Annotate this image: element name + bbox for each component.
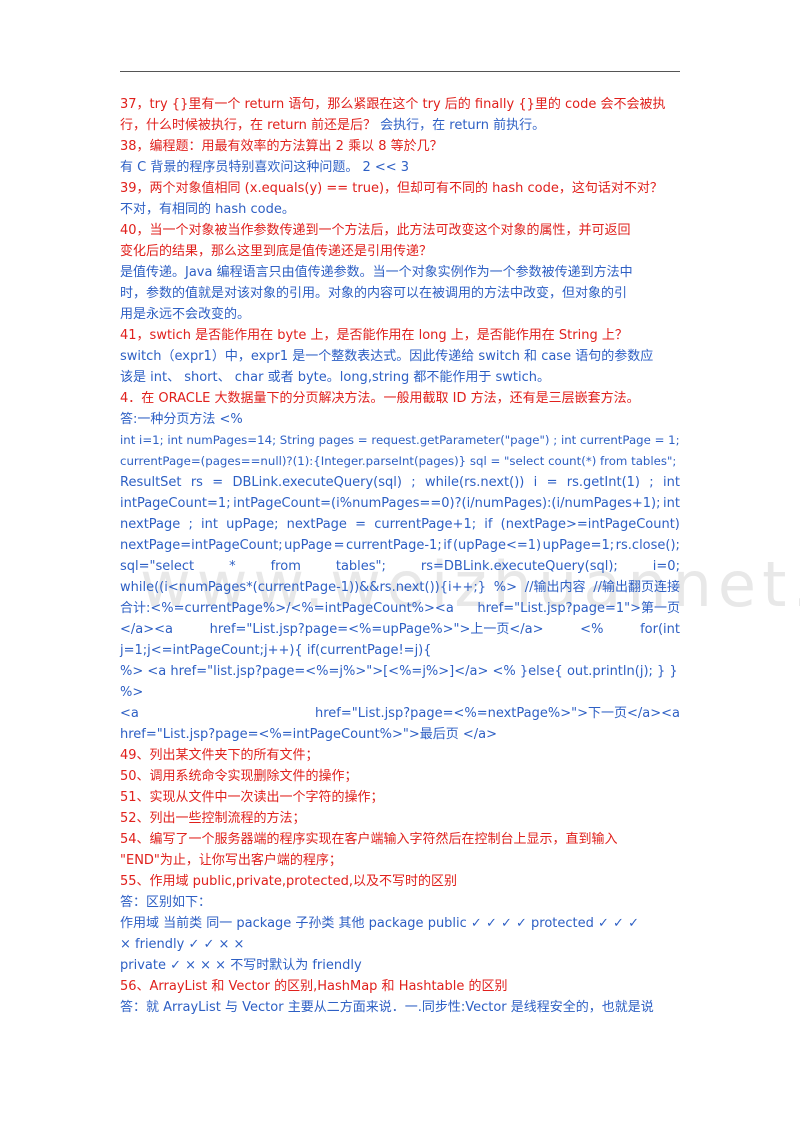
code-token: int — [662, 475, 680, 490]
code-token: = — [355, 517, 367, 532]
code-token: rs.getInt(1) — [566, 475, 640, 490]
code-token: 合计:<%=currentPage%>/<%=intPageCount%><a — [120, 601, 454, 616]
code-line: <a href="List.jsp?page=<%=nextPage%>">下一页… — [120, 703, 680, 724]
answer-line: 是值传递。Java 编程语言只由值传递参数。当一个对象实例作为一个参数被传递到方… — [120, 265, 633, 280]
code-token: <% — [580, 622, 604, 637]
question-line: 54、编写了一个服务器端的程序实现在客户端输入字符然后在控制台上显示，直到输入 — [120, 832, 618, 847]
code-token: i=0; — [652, 559, 680, 574]
code-line: </a><a href="List.jsp?page=<%=upPage%>">上… — [120, 619, 680, 640]
question-text: 行，什么时候被执行，在 return 前还是后？ — [120, 118, 377, 133]
code-token: while((i<numPages*(currentPage-1))&&rs.n… — [120, 580, 487, 595]
code-token: nextPage — [286, 517, 347, 532]
code-line: sql="select * from tables"; rs=DBLink.execut… — [120, 556, 680, 577]
code-token: from — [270, 559, 301, 574]
code-line: ResultSet rs = DBLink.executeQuery(sql); whi… — [120, 472, 680, 493]
code-token: //输出内容 — [524, 580, 586, 595]
code-line: while((i<numPages*(currentPage-1))&&rs.n… — [120, 577, 680, 598]
code-token: ; — [649, 475, 654, 490]
code-token: rs.close(); — [615, 538, 680, 553]
question-line: "END"为止，让你写出客户端的程序； — [120, 853, 342, 868]
code-token: int — [663, 496, 680, 511]
code-token: ; — [188, 517, 193, 532]
code-token: currentPage+1; — [374, 517, 477, 532]
code-token: href="List.jsp?page=1">第一页 — [477, 601, 680, 616]
code-token: %> — [493, 580, 517, 595]
question-line: 37，try {}里有一个 return 语句，那么紧跟在这个 try 后的 f… — [120, 97, 666, 112]
code-token: //输出翻页连接 — [593, 580, 680, 595]
code-token: <a — [120, 706, 139, 721]
question-line: 4．在 ORACLE 大数据量下的分页解决方法。一般用截取 ID 方法，还有是三… — [120, 391, 640, 406]
question-answer-line: 行，什么时候被执行，在 return 前还是后？ 会执行，在 return 前执… — [120, 115, 680, 136]
code-token: = — [546, 475, 558, 490]
answer-line: href="List.jsp?page=<%=intPageCount%>">最… — [120, 727, 498, 742]
answer-line: currentPage=(pages==null)?(1):{Integer.p… — [120, 454, 677, 468]
answer-line: 答：区别如下： — [120, 895, 212, 910]
code-token: intPageCount=1; — [120, 496, 231, 511]
code-token: currentPage-1; — [346, 538, 442, 553]
code-token: upPage=1; — [542, 538, 615, 553]
question-line: 56、ArrayList 和 Vector 的区别,HashMap 和 Hash… — [120, 979, 508, 994]
code-token: int — [201, 517, 218, 532]
code-token: </a><a — [120, 622, 173, 637]
answer-line: 该是 int、 short、 char 或者 byte。long,string … — [120, 370, 551, 385]
code-token: = — [212, 475, 224, 490]
answer-line: 作用域 当前类 同一 package 子孙类 其他 package public… — [120, 916, 639, 931]
answer-line: switch（expr1）中，expr1 是一个整数表达式。因此传递给 swit… — [120, 349, 654, 364]
code-token: ResultSet — [120, 475, 182, 490]
code-token: upPage; — [226, 517, 279, 532]
answer-text: 会执行，在 return 前执行。 — [376, 118, 546, 133]
header-rule — [120, 71, 680, 72]
document-body: 37，try {}里有一个 return 语句，那么紧跟在这个 try 后的 f… — [120, 94, 680, 1018]
question-line: 变化后的结果，那么这里到底是值传递还是引用传递？ — [120, 244, 433, 259]
answer-line: 时，参数的值就是对该对象的引用。对象的内容可以在被调用的方法中改变，但对象的引 — [120, 286, 628, 301]
code-token: intPageCount=(i%numPages==0)?(i/numPages… — [233, 496, 661, 511]
code-token: (nextPage>=intPageCount) — [500, 517, 680, 532]
question-line: 39，两个对象值相同 (x.equals(y) == true)，但却可有不同的… — [120, 181, 663, 196]
answer-line: 不对，有相同的 hash code。 — [120, 202, 295, 217]
code-token: for(int — [640, 622, 680, 637]
answer-line: %> <a href="list.jsp?page=<%=j%>">[<%=j%… — [120, 664, 678, 679]
question-line: 55、作用域 public,private,protected,以及不写时的区别 — [120, 874, 458, 889]
code-token: upPage — [284, 538, 333, 553]
question-line: 51、实现从文件中一次读出一个字符的操作； — [120, 790, 384, 805]
answer-line: 有 C 背景的程序员特别喜欢问这种问题。 2 << 3 — [120, 160, 410, 175]
question-line: 38，编程题：用最有效率的方法算出 2 乘以 8 等於几？ — [120, 139, 443, 154]
code-token: if — [484, 517, 493, 532]
code-line: nextPage=intPageCount; upPage = currentPage… — [120, 535, 680, 556]
code-token: while(rs.next()) — [424, 475, 525, 490]
question-line: 49、列出某文件夹下的所有文件； — [120, 748, 319, 763]
code-token: if — [443, 538, 452, 553]
answer-line: 用是永远不会改变的。 — [120, 307, 251, 322]
code-line: nextPage; int upPage; nextPage = currentPage+… — [120, 514, 680, 535]
code-token: nextPage — [120, 517, 181, 532]
code-token: = — [333, 538, 345, 553]
question-line: 40，当一个对象被当作参数传递到一个方法后，此方法可改变这个对象的属性，并可返回 — [120, 223, 631, 238]
code-token: href="List.jsp?page=<%=nextPage%>">下一页</… — [314, 706, 680, 721]
code-token: * — [229, 559, 236, 574]
code-token: rs=DBLink.executeQuery(sql); — [420, 559, 618, 574]
code-token: sql="select — [120, 559, 195, 574]
answer-line: 答:一种分页方法 <% — [120, 412, 243, 427]
code-line: intPageCount=1; intPageCount=(i%numPages=… — [120, 493, 680, 514]
code-line: 合计:<%=currentPage%>/<%=intPageCount%><a h… — [120, 598, 680, 619]
answer-line: × friendly ✓ ✓ × × — [120, 937, 245, 952]
code-token: tables"; — [335, 559, 386, 574]
code-token: href="List.jsp?page=<%=upPage%>">上一页</a> — [209, 622, 544, 637]
code-token: i — [533, 475, 538, 490]
answer-line: %> — [120, 685, 144, 700]
code-token: (upPage<=1) — [452, 538, 542, 553]
question-line: 50、调用系统命令实现删除文件的操作； — [120, 769, 358, 784]
question-line: 52、列出一些控制流程的方法； — [120, 811, 306, 826]
answer-line: private ✓ × × × 不写时默认为 friendly — [120, 958, 362, 973]
question-line: 41，swtich 是否能作用在 byte 上，是否能作用在 long 上，是否… — [120, 328, 628, 343]
answer-line: j=1;j<=intPageCount;j++){ if(currentPage… — [120, 643, 432, 658]
code-token: nextPage=intPageCount; — [120, 538, 283, 553]
answer-line: 答：就 ArrayList 与 Vector 主要从二方面来说．一.同步性:Ve… — [120, 1000, 654, 1015]
code-token: ; — [411, 475, 416, 490]
code-token: DBLink.executeQuery(sql) — [232, 475, 402, 490]
answer-line: int i=1; int numPages=14; String pages =… — [120, 433, 680, 447]
code-token: rs — [190, 475, 203, 490]
